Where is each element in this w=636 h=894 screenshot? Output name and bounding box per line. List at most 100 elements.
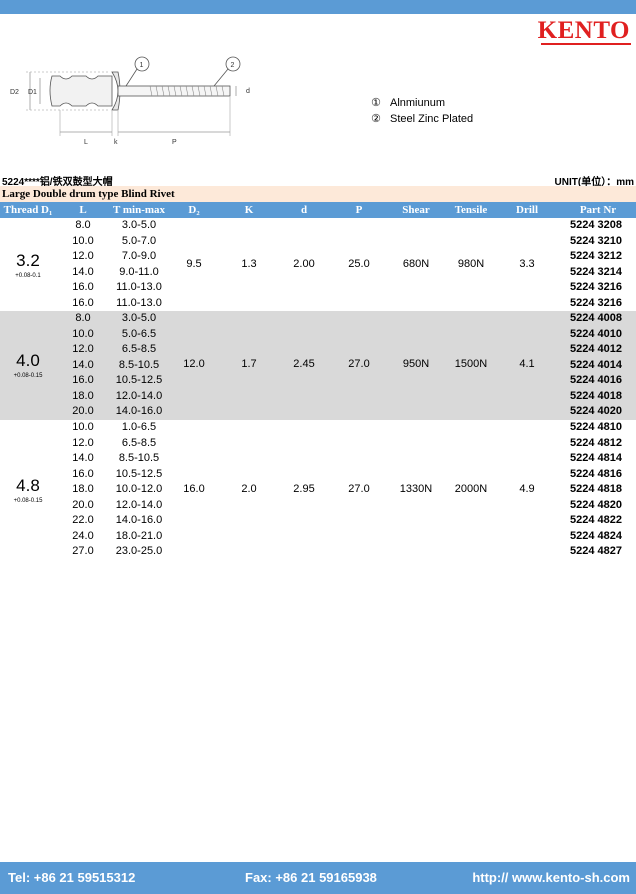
length-l: 10.0	[72, 234, 94, 247]
material-legend: ① Alnmiunum ② Steel Zinc Plated	[371, 95, 473, 127]
part-number: 5224 3208	[570, 219, 622, 231]
grip-range: 6.5-8.5	[121, 436, 157, 449]
table-row: 20.0 12.0-14.0 5224 4820	[0, 498, 636, 514]
length-l: 18.0	[72, 483, 94, 495]
legend-item: ② Steel Zinc Plated	[371, 111, 473, 127]
part-number: 5224 4812	[570, 436, 622, 449]
header-drill: Drill	[516, 204, 538, 216]
part-number: 5224 4008	[570, 312, 622, 324]
table-row: 20.0 14.0-16.0 5224 4020	[0, 404, 636, 420]
table-row: 10.0 5.0-6.5 5224 4010	[0, 327, 636, 343]
grip-range: 8.5-10.5	[118, 452, 160, 464]
length-l: 10.0	[72, 421, 94, 433]
header-shear: Shear	[402, 204, 430, 216]
legend-number: ①	[371, 97, 381, 109]
length-l: 27.0	[72, 545, 94, 557]
grip-range: 8.5-10.5	[118, 358, 160, 371]
product-line: 5224****铝/铁双鼓型大帽 UNIT(单位）：mm	[2, 172, 634, 188]
table-row: 18.0 10.0-12.0 5224 4818	[0, 482, 636, 498]
length-l: 22.0	[72, 514, 94, 526]
length-l: 12.0	[72, 436, 94, 449]
header-tensile: Tensile	[454, 204, 488, 216]
table-row: 14.0 9.0-11.0 5224 3214	[0, 265, 636, 281]
table-row: 16.0 10.5-12.5 5224 4016	[0, 373, 636, 389]
top-banner	[0, 0, 636, 14]
part-number: 5224 4016	[570, 374, 622, 386]
table-row: 12.0 7.0-9.0 5224 3212	[0, 249, 636, 265]
part-number: 5224 3210	[570, 234, 622, 247]
length-l: 10.0	[72, 327, 94, 340]
length-l: 8.0	[75, 312, 91, 324]
part-number: 5224 4824	[570, 529, 622, 542]
part-number: 5224 4020	[570, 405, 622, 417]
length-l: 16.0	[72, 374, 94, 386]
size-group: 3.2 +0.08-0.1 9.5 1.3 2.00 25.0 680N 980N 3.3 8.0…	[0, 218, 636, 311]
d1-label: D1	[28, 89, 37, 96]
part-number: 5224 4810	[570, 421, 622, 433]
grip-range: 10.5-12.5	[115, 467, 163, 480]
footer-tel: Tel: +86 21 59515312	[8, 870, 136, 885]
grip-range: 10.0-12.0	[115, 483, 163, 495]
grip-range: 5.0-7.0	[121, 234, 157, 247]
header-d: d	[300, 204, 308, 216]
length-l: 16.0	[72, 467, 94, 480]
grip-range: 12.0-14.0	[115, 498, 163, 511]
header-part-nr: Part Nr	[579, 204, 617, 216]
header-k: K	[244, 204, 254, 216]
length-l: 24.0	[72, 529, 94, 542]
callout-1: 1	[140, 62, 144, 69]
length-l: 16.0	[72, 281, 94, 293]
rivet-diagram: D2 D1 L k P d 1 2	[10, 56, 250, 146]
footer-website: http:// www.kento-sh.com	[472, 870, 630, 885]
header-thread: Thread D₁	[3, 204, 53, 216]
length-l: 20.0	[72, 498, 94, 511]
length-l: 20.0	[72, 405, 94, 417]
part-number: 5224 4814	[570, 452, 622, 464]
part-number: 5224 3216	[570, 281, 622, 293]
length-l: 18.0	[72, 389, 94, 402]
table-row: 16.0 11.0-13.0 5224 3216	[0, 280, 636, 296]
table-row: 27.0 23.0-25.0 5224 4827	[0, 544, 636, 560]
grip-range: 6.5-8.5	[121, 343, 157, 355]
logo-underline	[541, 43, 631, 45]
legend-number: ②	[371, 113, 381, 125]
length-l: 14.0	[72, 265, 94, 278]
table-row: 16.0 10.5-12.5 5224 4816	[0, 467, 636, 483]
part-number: 5224 4012	[570, 343, 622, 355]
d2-label: D2	[10, 89, 19, 96]
length-l: 14.0	[72, 358, 94, 371]
k-label: k	[114, 139, 118, 146]
part-number: 5224 3214	[570, 265, 622, 278]
d-label: d	[246, 88, 250, 95]
legend-item: ① Alnmiunum	[371, 95, 473, 111]
contact-footer: Tel: +86 21 59515312 Fax: +86 21 5916593…	[0, 862, 636, 894]
size-group: 4.0 +0.08-0.15 12.0 1.7 2.45 27.0 950N 1500N 4.1…	[0, 311, 636, 420]
part-number: 5224 4820	[570, 498, 622, 511]
length-l: 16.0	[72, 296, 94, 309]
table-row: 8.0 3.0-5.0 5224 4008	[0, 311, 636, 327]
length-l: 14.0	[72, 452, 94, 464]
grip-range: 14.0-16.0	[115, 514, 163, 526]
table-row: 14.0 8.5-10.5 5224 4814	[0, 451, 636, 467]
p-label: P	[172, 139, 177, 146]
length-l: 12.0	[72, 250, 94, 262]
legend-text: Steel Zinc Plated	[390, 113, 474, 125]
table-row: 24.0 18.0-21.0 5224 4824	[0, 529, 636, 545]
part-number: 5224 4818	[570, 483, 622, 495]
header-p: P	[355, 204, 363, 216]
grip-range: 18.0-21.0	[115, 529, 163, 542]
part-number: 5224 3216	[570, 296, 622, 309]
table-row: 14.0 8.5-10.5 5224 4014	[0, 358, 636, 374]
length-l: 8.0	[75, 219, 91, 231]
grip-range: 9.0-11.0	[119, 265, 159, 278]
grip-range: 1.0-6.5	[121, 421, 157, 433]
grip-range: 11.0-13.0	[116, 281, 162, 293]
header-l: L	[79, 204, 87, 216]
table-row: 8.0 3.0-5.0 5224 3208	[0, 218, 636, 234]
table-row: 18.0 12.0-14.0 5224 4018	[0, 389, 636, 405]
l-label: L	[84, 139, 88, 146]
table-row: 12.0 6.5-8.5 5224 4812	[0, 436, 636, 452]
grip-range: 10.5-12.5	[115, 374, 163, 386]
part-number: 5224 3212	[570, 250, 622, 262]
table-row: 10.0 1.0-6.5 5224 4810	[0, 420, 636, 436]
